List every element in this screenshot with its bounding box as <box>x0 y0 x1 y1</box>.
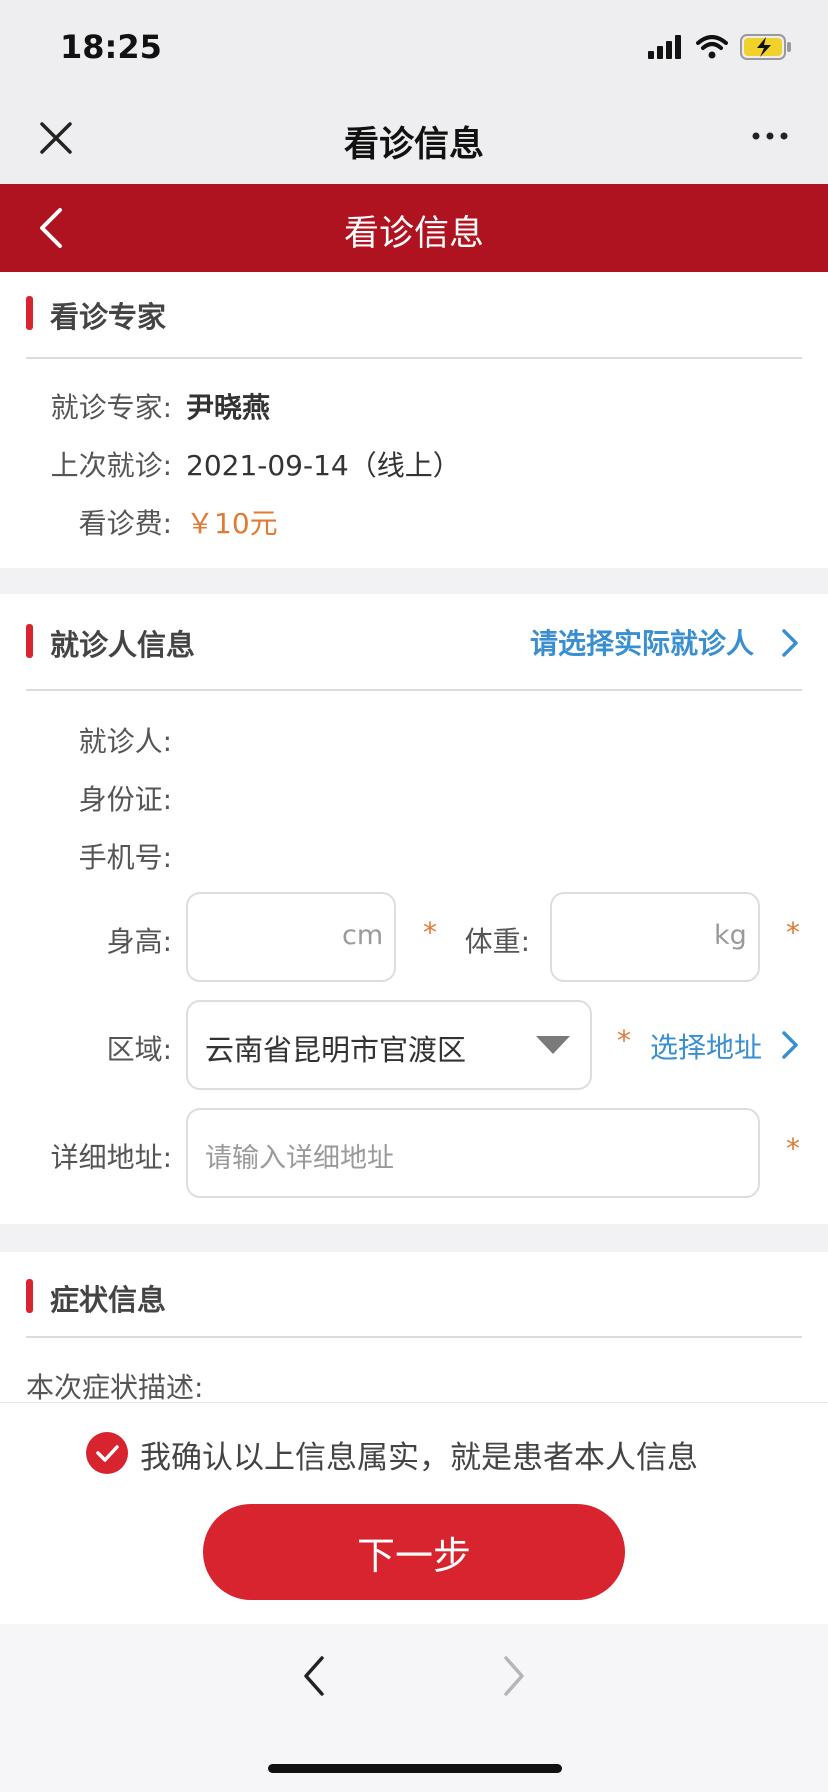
address-placeholder: 请输入详细地址 <box>205 1143 394 1174</box>
last-visit-value: 2021-09-14（线上） <box>186 449 461 482</box>
section-marker <box>26 1279 33 1313</box>
required-mark: * <box>786 916 800 949</box>
signal-icon <box>648 35 681 59</box>
required-mark: * <box>617 1024 631 1057</box>
dropdown-arrow-icon[interactable] <box>536 1036 570 1056</box>
height-unit: cm <box>342 920 384 951</box>
id-card-label: 身份证: <box>78 783 172 816</box>
chevron-right-icon[interactable] <box>780 628 800 658</box>
page-title: 看诊信息 <box>343 214 484 254</box>
choose-address-link[interactable]: 选择地址 <box>650 1026 762 1066</box>
checkmark-icon <box>96 1445 119 1462</box>
divider <box>26 689 802 691</box>
status-icons <box>648 34 792 60</box>
battery-charging-icon <box>740 34 791 60</box>
patient-section-title: 就诊人信息 <box>50 628 196 662</box>
doctor-name: 尹晓燕 <box>186 391 271 424</box>
fee-value: ￥10元 <box>186 507 278 540</box>
weight-label: 体重: <box>464 925 530 958</box>
wifi-icon <box>696 35 728 59</box>
browser-back-icon[interactable] <box>300 1654 328 1698</box>
patient-name-label: 就诊人: <box>78 725 172 758</box>
symptom-desc-label: 本次症状描述: <box>26 1371 204 1404</box>
wechat-title: 看诊信息 <box>343 125 484 165</box>
confirm-text: 我确认以上信息属实，就是患者本人信息 <box>140 1440 698 1476</box>
expert-section-title: 看诊专家 <box>50 300 167 334</box>
status-time: 18:25 <box>60 28 162 66</box>
height-label: 身高: <box>106 925 172 958</box>
confirm-checkbox[interactable] <box>86 1432 128 1474</box>
divider <box>26 357 802 359</box>
phone-label: 手机号: <box>78 841 172 874</box>
address-label: 详细地址: <box>50 1141 172 1174</box>
weight-unit: kg <box>714 920 747 951</box>
divider <box>26 1336 802 1338</box>
select-patient-link[interactable]: 请选择实际就诊人 <box>530 622 754 662</box>
last-visit-label: 上次就诊: <box>50 449 172 482</box>
required-mark: * <box>786 1132 800 1165</box>
doctor-label: 就诊专家: <box>50 391 172 424</box>
region-label: 区域: <box>106 1033 172 1066</box>
section-marker <box>26 296 33 330</box>
more-icon[interactable] <box>750 126 790 146</box>
next-step-button[interactable]: 下一步 <box>203 1504 625 1600</box>
section-marker <box>26 624 33 658</box>
home-indicator <box>268 1764 562 1773</box>
symptom-section-title: 症状信息 <box>50 1283 167 1317</box>
browser-forward-icon[interactable] <box>500 1654 528 1698</box>
chevron-right-icon[interactable] <box>780 1030 800 1060</box>
region-value: 云南省昆明市官渡区 <box>205 1033 467 1067</box>
fee-label: 看诊费: <box>78 507 172 540</box>
